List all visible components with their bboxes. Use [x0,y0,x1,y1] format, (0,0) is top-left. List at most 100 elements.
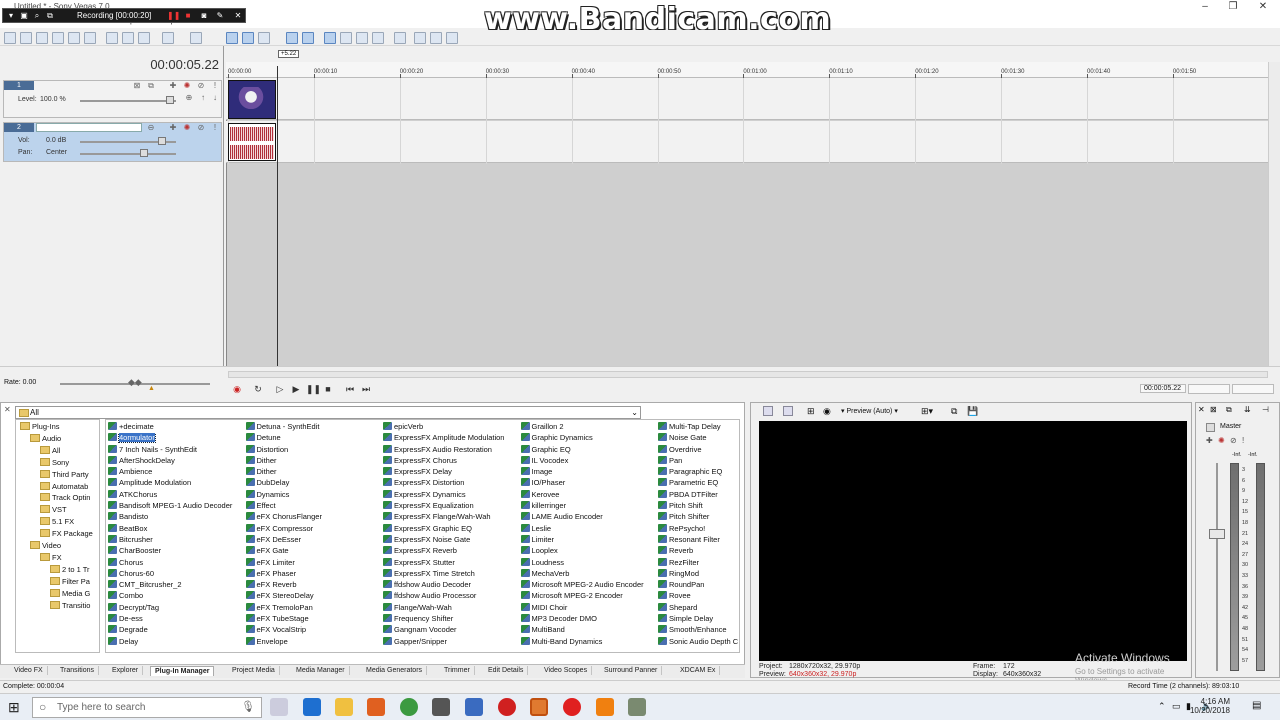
task-view-icon[interactable] [270,698,288,716]
plugin-item[interactable]: Parametric EQ [658,478,739,489]
plugin-item[interactable]: BeatBox [108,523,245,535]
plugin-item[interactable]: Microsoft MPEG-2 Encoder [520,591,658,602]
video-event-clip[interactable] [228,80,276,119]
plugin-item[interactable]: RingMod [658,568,739,580]
mixer-icon[interactable] [414,32,426,44]
cursor-position-field[interactable]: 00:00:05.22 [1140,384,1186,393]
cut-icon[interactable] [106,32,118,44]
dock-tab[interactable]: Video Scopes [540,666,593,675]
pan-slider[interactable] [80,153,176,155]
dock-tab[interactable]: Project Media [228,666,280,675]
master-properties-icon[interactable]: ⊠ [1210,405,1217,414]
play-button[interactable]: ▶ [290,383,302,395]
plugin-item[interactable]: ExpressFX Delay [383,467,520,478]
normal-edit-tool-icon[interactable] [324,32,336,44]
plugin-item[interactable]: ExpressFX Amplitude Modulation [383,433,520,444]
audio-track-header[interactable]: 2 ⊖ ✚ ✺ ⊘ ! Vol: 0.0 dB Pan: Center [3,122,222,162]
master-mute-icon[interactable]: ⊘ [1230,436,1237,445]
track-fx-icon[interactable]: ✺ [182,123,192,133]
plugin-item[interactable]: MP3 Decoder DMO [520,614,658,625]
plugin-item[interactable]: Microsoft MPEG-2 Audio Encoder [520,580,658,591]
edge-icon[interactable] [303,698,321,716]
taskbar-clock[interactable]: 4:16 AM 10/20/2018 [1190,697,1230,715]
tree-node[interactable]: Video [30,541,61,550]
notifications-icon[interactable]: ▤ [1252,700,1261,711]
plugin-item[interactable]: eFX VocalStrip [245,625,383,636]
plugin-item[interactable]: Frequency Shifter [383,614,520,625]
plugin-item[interactable]: Dither [245,467,383,478]
rec-stop-icon[interactable]: ■ [183,11,193,21]
plugin-item[interactable]: Ambience [108,467,245,478]
plugin-item[interactable]: RezFilter [658,557,739,569]
plugin-item[interactable]: eFX ChorusFlanger [245,512,383,523]
plugin-item[interactable]: Graillon 2 [520,422,658,433]
video-track-header[interactable]: 1 ⊠ ⧉ ✚ ✺ ⊘ ! Level: 100.0 % ⊕ ↑ ↓ [3,80,222,118]
copy-snapshot-icon[interactable]: ⧉ [951,406,957,417]
plugin-item[interactable]: Paragraphic EQ [658,467,739,478]
plugin-item[interactable]: Envelope [245,636,383,648]
selection-tool-icon[interactable] [356,32,368,44]
plugin-item[interactable]: RePsycho! [658,523,739,535]
plugin-item[interactable]: ExpressFX Time Stretch [383,568,520,580]
plugin-item[interactable]: eFX StereoDelay [245,591,383,602]
motion-icon[interactable]: ⊠ [132,81,142,91]
preview-properties-icon[interactable] [763,406,773,416]
audio-track-lane[interactable] [226,121,1268,163]
copy-icon[interactable] [122,32,134,44]
plugin-item[interactable]: Smooth/Enhance [658,625,739,636]
plugin-item[interactable]: CMT_Bitcrusher_2 [108,580,245,591]
plugin-item[interactable]: Pan [658,455,739,467]
dock-tab[interactable]: Explorer [108,666,144,675]
tray-chevron-icon[interactable]: ⌃ [1158,701,1166,712]
plugin-item[interactable]: Pitch Shift [658,501,739,512]
trimmer-icon[interactable] [446,32,458,44]
plugin-item[interactable]: ExpressFX Distortion [383,478,520,489]
plugin-item[interactable]: Chorus-60 [108,568,245,580]
undo-icon[interactable] [162,32,174,44]
solo-icon[interactable]: ! [210,123,220,133]
fx-icon[interactable]: ✚ [168,123,178,133]
plugin-folder-tree[interactable]: Plug-Ins Audio All Sony Third Party Automatab… [15,419,100,653]
stop-button[interactable]: ■ [322,383,334,395]
plugin-item[interactable]: 4ormulator [108,433,245,444]
track-fx-icon[interactable]: ✺ [182,81,192,91]
plugin-item[interactable]: Gapper/Snipper [383,636,520,648]
file-explorer-icon[interactable] [335,698,353,716]
vlc-icon[interactable] [596,698,614,716]
rec-crop-icon[interactable]: ⧉ [45,11,55,21]
tree-node[interactable]: All [40,445,60,455]
chevron-down-icon[interactable]: ⌄ [631,407,638,418]
plugin-item[interactable]: Detuna - SynthEdit [245,422,383,433]
child-icon[interactable]: ↓ [210,93,220,103]
ignore-grouping-icon[interactable] [302,32,314,44]
tree-node[interactable]: Media G [50,588,90,598]
plugin-item[interactable]: Reverb [658,546,739,557]
selection-length-field[interactable] [1232,384,1274,394]
tree-node[interactable]: 5.1 FX [40,517,74,526]
plugin-item[interactable]: IL Vocodex [520,455,658,467]
save-as-icon[interactable] [52,32,64,44]
plugin-item[interactable]: eFX TubeStage [245,614,383,625]
plugin-item[interactable]: Graphic EQ [520,444,658,456]
lock-envelopes-icon[interactable] [286,32,298,44]
plugin-item[interactable]: Chorus [108,557,245,569]
external-monitor-icon[interactable] [783,406,793,416]
save-snapshot-icon[interactable]: 💾 [967,406,978,417]
mute-icon[interactable]: ⊘ [196,123,206,133]
plugin-item[interactable]: Looplex [520,546,658,557]
microphone-icon[interactable]: 🎙 [241,698,255,717]
rec-search-icon[interactable]: ⌕ [32,11,42,21]
solo-icon[interactable]: ! [210,81,220,91]
plugin-item[interactable]: eFX DeEsser [245,534,383,546]
explorer-icon[interactable] [430,32,442,44]
plugin-item[interactable]: Sonic Audio Depth C [658,636,739,648]
plugin-item[interactable]: Distortion [245,444,383,456]
plugin-item[interactable]: Bandisoft MPEG-1 Audio Decoder [108,501,245,512]
dock-tab[interactable]: Media Generators [362,666,428,675]
overlay-icon[interactable]: ◉ [823,406,831,417]
plugin-item[interactable]: Leslie [520,523,658,535]
plugin-item[interactable]: ExpressFX Stutter [383,557,520,569]
app-icon[interactable] [432,698,450,716]
video-track-lane[interactable] [226,78,1268,120]
plugin-item[interactable]: ExpressFX Chorus [383,455,520,467]
